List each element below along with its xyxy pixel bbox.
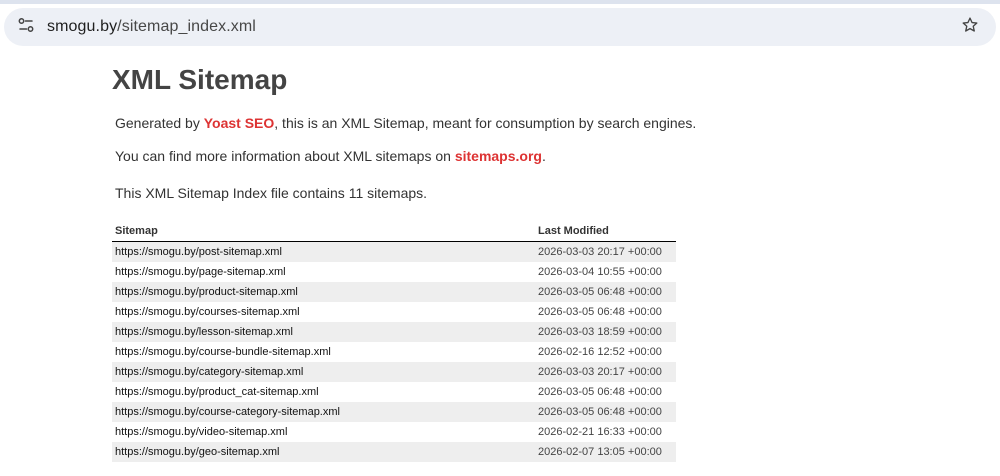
- sitemap-url[interactable]: https://smogu.by/page-sitemap.xml: [112, 262, 535, 282]
- table-row: https://smogu.by/course-category-sitemap…: [112, 402, 676, 423]
- sitemap-column-header: Sitemap: [112, 220, 535, 242]
- address-bar[interactable]: smogu.by/sitemap_index.xml: [4, 8, 996, 46]
- bookmark-button[interactable]: [958, 15, 982, 39]
- last-modified-value: 2026-03-05 06:48 +00:00: [538, 305, 662, 318]
- tune-icon: [17, 16, 35, 39]
- star-icon: [961, 16, 979, 39]
- sitemap-content: XML Sitemap Generated by Yoast SEO, this…: [112, 60, 812, 463]
- url-host: smogu.by: [47, 18, 118, 35]
- table-row: https://smogu.by/courses-sitemap.xml 2026…: [112, 302, 676, 322]
- sitemap-url[interactable]: https://smogu.by/lesson-sitemap.xml: [112, 321, 535, 342]
- last-modified-value: 2026-03-05 06:48 +00:00: [535, 402, 676, 423]
- site-info-button[interactable]: [8, 12, 44, 42]
- sitemap-url[interactable]: https://smogu.by/geo-sitemap.xml: [112, 442, 535, 463]
- info-paragraph: You can find more information about XML …: [115, 147, 546, 165]
- sitemap-table: Sitemap Last Modified https://smogu.by/p…: [112, 220, 676, 463]
- sitemap-count-text: This XML Sitemap Index file contains 11 …: [115, 185, 428, 201]
- sitemap-url[interactable]: https://smogu.by/video-sitemap.xml: [112, 422, 535, 442]
- intro-suffix: , this is an XML Sitemap, meant for cons…: [274, 115, 697, 131]
- sitemap-url[interactable]: https://smogu.by/post-sitemap.xml: [112, 241, 535, 262]
- table-row: https://smogu.by/video-sitemap.xml 2026-0…: [112, 422, 676, 442]
- table-row: https://smogu.by/lesson-sitemap.xml 2026-…: [112, 321, 676, 342]
- sitemap-rows: https://smogu.by/post-sitemap.xml 2026-03…: [112, 241, 676, 463]
- sitemap-url[interactable]: https://smogu.by/course-bundle-sitemap.x…: [112, 342, 535, 362]
- intro-prefix: Generated by: [115, 115, 204, 131]
- table-row: https://smogu.by/post-sitemap.xml 2026-03…: [112, 241, 676, 262]
- info-suffix: .: [541, 148, 546, 164]
- intro-paragraph: Generated by Yoast SEO, this is an XML S…: [115, 114, 696, 132]
- last-modified-value: 2026-03-03 18:59 +00:00: [535, 321, 676, 342]
- table-row: https://smogu.by/course-bundle-sitemap.x…: [112, 342, 676, 362]
- url-path: /sitemap_index.xml: [117, 18, 256, 35]
- sitemap-url[interactable]: https://smogu.by/category-sitemap.xml: [112, 361, 535, 383]
- table-row: https://smogu.by/geo-sitemap.xml 2026-02-…: [112, 442, 676, 463]
- last-modified-value: 2026-03-05 06:48 +00:00: [535, 281, 676, 302]
- last-modified-column-header: Last Modified: [535, 220, 676, 242]
- last-modified-value: 2026-03-03 20:17 +00:00: [535, 241, 676, 262]
- sitemap-url[interactable]: https://smogu.by/courses-sitemap.xml: [112, 302, 535, 322]
- table-header-row: Sitemap Last Modified: [112, 220, 676, 242]
- url-text[interactable]: smogu.by/sitemap_index.xml: [47, 18, 256, 36]
- info-prefix: You can find more information about XML …: [115, 148, 455, 164]
- last-modified-value: 2026-02-16 12:52 +00:00: [538, 345, 662, 358]
- last-modified-value: 2026-03-05 06:48 +00:00: [538, 386, 662, 399]
- last-modified-value: 2026-02-07 13:05 +00:00: [535, 442, 676, 463]
- table-row: https://smogu.by/product_cat-sitemap.xml…: [112, 382, 676, 402]
- table-row: https://smogu.by/page-sitemap.xml 2026-03…: [112, 262, 676, 282]
- browser-top-strip: [0, 0, 1000, 4]
- sitemap-url[interactable]: https://smogu.by/product_cat-sitemap.xml: [112, 382, 535, 402]
- sitemap-url[interactable]: https://smogu.by/course-category-sitemap…: [112, 402, 535, 423]
- page-title: XML Sitemap: [112, 64, 288, 95]
- table-row: https://smogu.by/category-sitemap.xml 202…: [112, 361, 676, 383]
- sitemaps-org-link[interactable]: sitemaps.org: [455, 148, 542, 164]
- last-modified-value: 2026-02-21 16:33 +00:00: [538, 426, 662, 439]
- sitemap-url[interactable]: https://smogu.by/product-sitemap.xml: [112, 281, 535, 302]
- last-modified-value: 2026-03-04 10:55 +00:00: [538, 265, 662, 278]
- last-modified-value: 2026-03-03 20:17 +00:00: [535, 361, 676, 383]
- yoast-seo-link[interactable]: Yoast SEO: [204, 115, 275, 131]
- table-row: https://smogu.by/product-sitemap.xml 2026…: [112, 281, 676, 302]
